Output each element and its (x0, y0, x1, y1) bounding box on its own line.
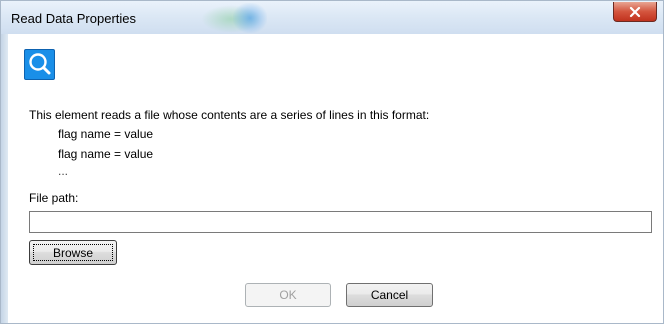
dialog-content: This element reads a file whose contents… (0, 34, 664, 324)
ok-button-label: OK (279, 288, 297, 302)
close-icon (629, 6, 641, 17)
window-title: Read Data Properties (11, 11, 137, 26)
example-line-1: flag name = value (58, 127, 154, 141)
close-button[interactable] (613, 2, 657, 22)
example-ellipsis: ... (58, 164, 69, 178)
description-intro: This element reads a file whose contents… (29, 108, 430, 122)
cancel-button[interactable]: Cancel (346, 283, 433, 307)
ok-button[interactable]: OK (245, 283, 331, 307)
magnifier-icon (24, 49, 55, 80)
window-left-border (1, 34, 8, 324)
file-path-input[interactable] (29, 211, 652, 233)
example-line-2: flag name = value (58, 147, 154, 161)
cancel-button-label: Cancel (370, 288, 409, 302)
title-bar-glow-blue (233, 3, 267, 33)
dialog-window: Read Data Properties This element reads … (0, 0, 664, 324)
browse-button-label: Browse (52, 245, 93, 260)
browse-button[interactable]: Browse (29, 240, 117, 265)
title-bar[interactable]: Read Data Properties (0, 0, 664, 34)
file-path-label: File path: (29, 191, 79, 205)
